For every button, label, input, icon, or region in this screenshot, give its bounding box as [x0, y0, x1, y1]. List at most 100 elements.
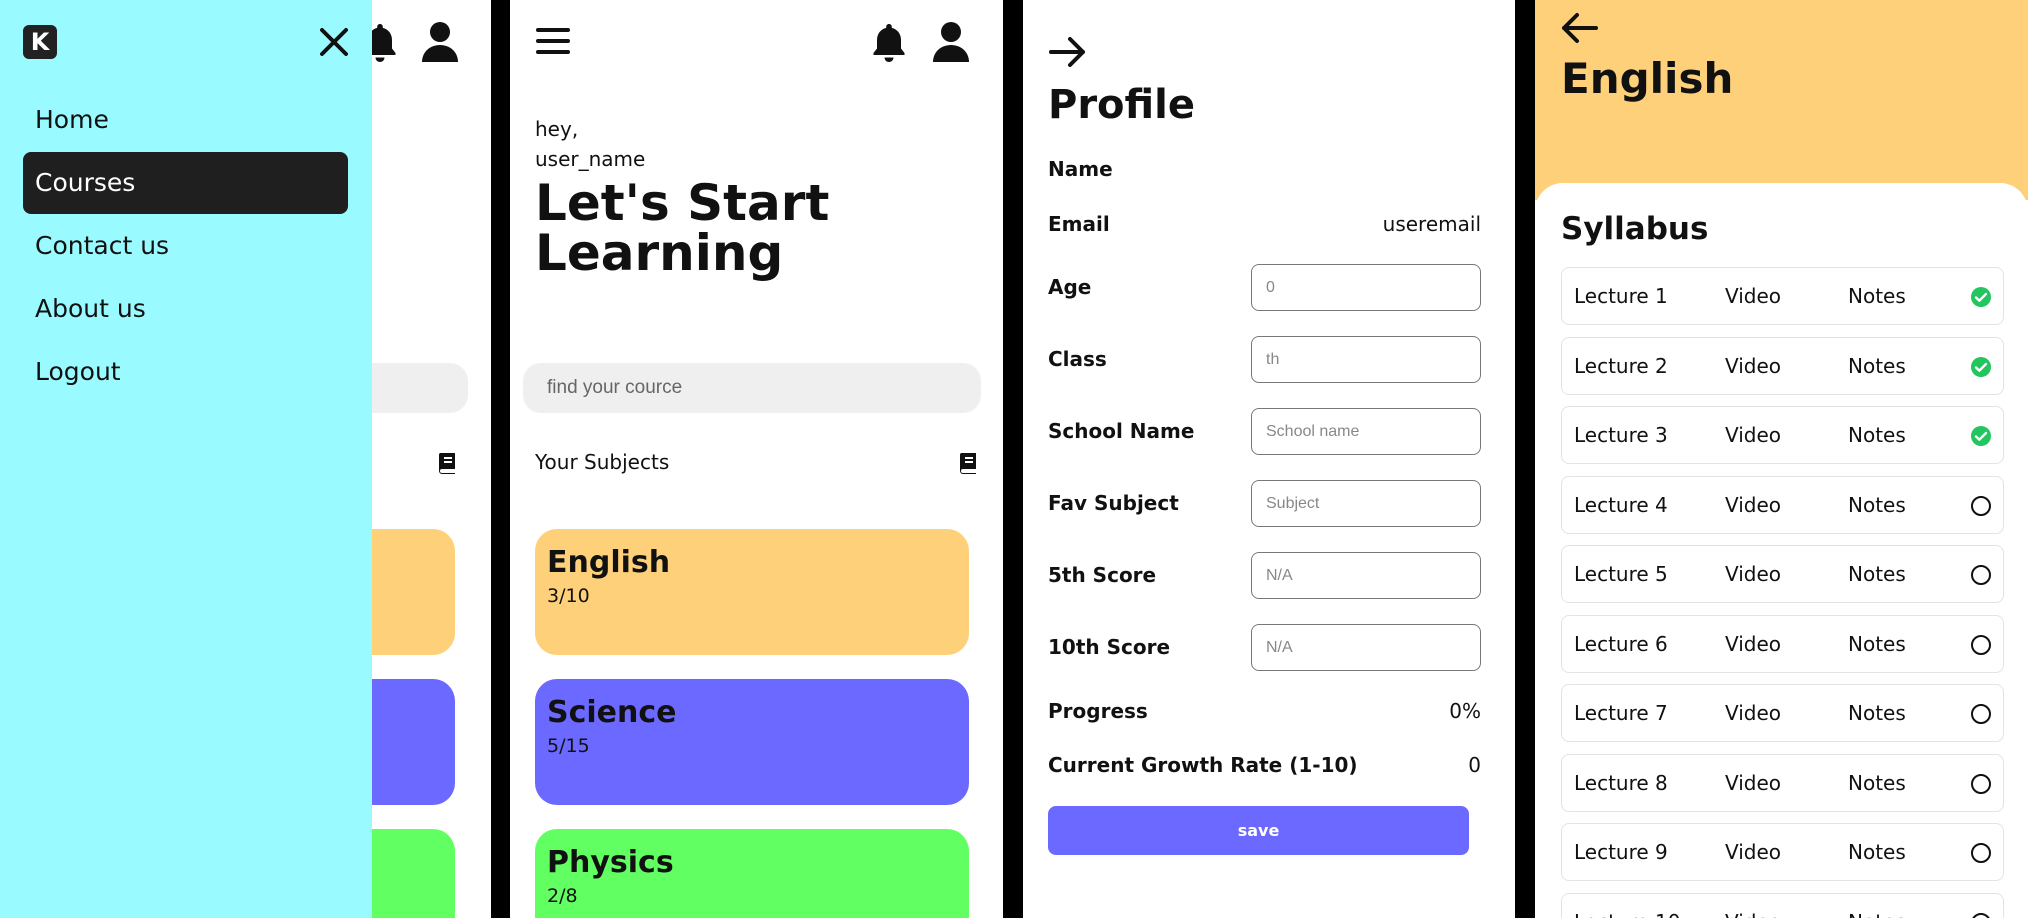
lecture-video-link[interactable]: Video: [1725, 840, 1781, 864]
app-logo[interactable]: K: [23, 25, 57, 59]
lecture-name: Lecture 4: [1574, 493, 1668, 517]
hero-line-1: Let's Start: [535, 174, 830, 232]
close-icon[interactable]: [318, 26, 350, 58]
lecture-video-link[interactable]: Video: [1725, 910, 1781, 918]
school-name-field[interactable]: [1251, 408, 1481, 455]
lecture-video-link[interactable]: Video: [1725, 354, 1781, 378]
menu-item-courses[interactable]: Courses: [23, 152, 348, 214]
lecture-video-link[interactable]: Video: [1725, 423, 1781, 447]
class-field[interactable]: [1251, 336, 1481, 383]
your-subjects-title: Your Subjects: [535, 450, 670, 474]
empty-circle-icon[interactable]: [1970, 564, 1992, 586]
lecture-video-link[interactable]: Video: [1725, 284, 1781, 308]
arrow-right-icon[interactable]: [1048, 34, 1088, 70]
hamburger-menu-icon[interactable]: [535, 25, 571, 57]
lecture-notes-link[interactable]: Notes: [1848, 840, 1906, 864]
lecture-notes-link[interactable]: Notes: [1848, 493, 1906, 517]
check-circle-icon[interactable]: [1970, 425, 1992, 447]
hero-line-2: Learning: [535, 224, 784, 282]
lecture-row[interactable]: Lecture 1 Video Notes: [1561, 267, 2004, 325]
lecture-name: Lecture 6: [1574, 632, 1668, 656]
score-5th-field[interactable]: [1251, 552, 1481, 599]
fav-subject-field[interactable]: [1251, 480, 1481, 527]
school-name-label: School Name: [1048, 419, 1195, 443]
lecture-video-link[interactable]: Video: [1725, 701, 1781, 725]
lecture-notes-link[interactable]: Notes: [1848, 284, 1906, 308]
fav-subject-label: Fav Subject: [1048, 491, 1179, 515]
lecture-notes-link[interactable]: Notes: [1848, 562, 1906, 586]
user-icon[interactable]: [932, 21, 970, 63]
age-field[interactable]: [1251, 264, 1481, 311]
menu-item-logout[interactable]: Logout: [23, 341, 348, 403]
lecture-video-link[interactable]: Video: [1725, 771, 1781, 795]
lecture-notes-link[interactable]: Notes: [1848, 701, 1906, 725]
lecture-row[interactable]: Lecture 3 Video Notes: [1561, 406, 2004, 464]
progress-label: Progress: [1048, 699, 1148, 723]
menu-item-about-us[interactable]: About us: [23, 278, 348, 340]
screen-profile: Profile Name Email useremail Age Class S…: [1023, 0, 1515, 918]
check-circle-icon[interactable]: [1970, 286, 1992, 308]
menu-item-home[interactable]: Home: [23, 89, 348, 151]
book-icon: [437, 452, 457, 474]
lecture-row[interactable]: Lecture 7 Video Notes: [1561, 684, 2004, 742]
subject-progress: 3/10: [547, 585, 590, 607]
lecture-name: Lecture 5: [1574, 562, 1668, 586]
subject-card-physics[interactable]: Physics 2/8: [535, 829, 969, 918]
search-input-partial: [360, 363, 468, 413]
lecture-name: Lecture 1: [1574, 284, 1668, 308]
greeting: hey, user_name: [535, 114, 645, 174]
subject-card-science[interactable]: Science 5/15: [535, 679, 969, 805]
class-label: Class: [1048, 347, 1107, 371]
check-circle-icon[interactable]: [1970, 356, 1992, 378]
user-icon[interactable]: [421, 21, 459, 63]
progress-value: 0%: [1449, 699, 1481, 723]
subject-progress: 2/8: [547, 885, 578, 907]
lecture-row[interactable]: Lecture 10 Video Notes: [1561, 893, 2004, 918]
hero-title: Let's Start Learning: [535, 178, 955, 282]
book-icon[interactable]: [958, 452, 978, 474]
lecture-row[interactable]: Lecture 4 Video Notes: [1561, 476, 2004, 534]
lecture-row[interactable]: Lecture 9 Video Notes: [1561, 823, 2004, 881]
save-button[interactable]: save: [1048, 806, 1469, 855]
lecture-name: Lecture 2: [1574, 354, 1668, 378]
growth-rate-label: Current Growth Rate (1-10): [1048, 753, 1358, 777]
lecture-notes-link[interactable]: Notes: [1848, 423, 1906, 447]
lecture-name: Lecture 8: [1574, 771, 1668, 795]
lecture-video-link[interactable]: Video: [1725, 493, 1781, 517]
age-label: Age: [1048, 275, 1092, 299]
lecture-row[interactable]: Lecture 5 Video Notes: [1561, 545, 2004, 603]
empty-circle-icon[interactable]: [1970, 634, 1992, 656]
lecture-notes-link[interactable]: Notes: [1848, 910, 1906, 918]
empty-circle-icon[interactable]: [1970, 842, 1992, 864]
empty-circle-icon[interactable]: [1970, 495, 1992, 517]
email-value: useremail: [1382, 212, 1481, 236]
menu-item-contact-us[interactable]: Contact us: [23, 215, 348, 277]
arrow-left-icon[interactable]: [1559, 10, 1599, 46]
bell-icon[interactable]: [869, 21, 909, 63]
score-10th-field[interactable]: [1251, 624, 1481, 671]
lecture-notes-link[interactable]: Notes: [1848, 354, 1906, 378]
lecture-notes-link[interactable]: Notes: [1848, 771, 1906, 795]
lecture-row[interactable]: Lecture 8 Video Notes: [1561, 754, 2004, 812]
lecture-name: Lecture 10: [1574, 910, 1681, 918]
empty-circle-icon[interactable]: [1970, 703, 1992, 725]
lecture-name: Lecture 3: [1574, 423, 1668, 447]
lecture-name: Lecture 9: [1574, 840, 1668, 864]
empty-circle-icon[interactable]: [1970, 773, 1992, 795]
search-input[interactable]: [523, 363, 981, 413]
subject-progress: 5/15: [547, 735, 590, 757]
empty-circle-icon[interactable]: [1970, 912, 1992, 918]
lecture-row[interactable]: Lecture 2 Video Notes: [1561, 337, 2004, 395]
lecture-row[interactable]: Lecture 6 Video Notes: [1561, 615, 2004, 673]
name-label: Name: [1048, 157, 1113, 181]
subject-name: English: [547, 545, 671, 580]
lecture-notes-link[interactable]: Notes: [1848, 632, 1906, 656]
subject-card-english[interactable]: English 3/10: [535, 529, 969, 655]
page-title: Profile: [1048, 82, 1196, 128]
lecture-video-link[interactable]: Video: [1725, 562, 1781, 586]
score-10th-label: 10th Score: [1048, 635, 1171, 659]
lecture-name: Lecture 7: [1574, 701, 1668, 725]
lecture-video-link[interactable]: Video: [1725, 632, 1781, 656]
greeting-username: user_name: [535, 147, 646, 171]
score-5th-label: 5th Score: [1048, 563, 1157, 587]
